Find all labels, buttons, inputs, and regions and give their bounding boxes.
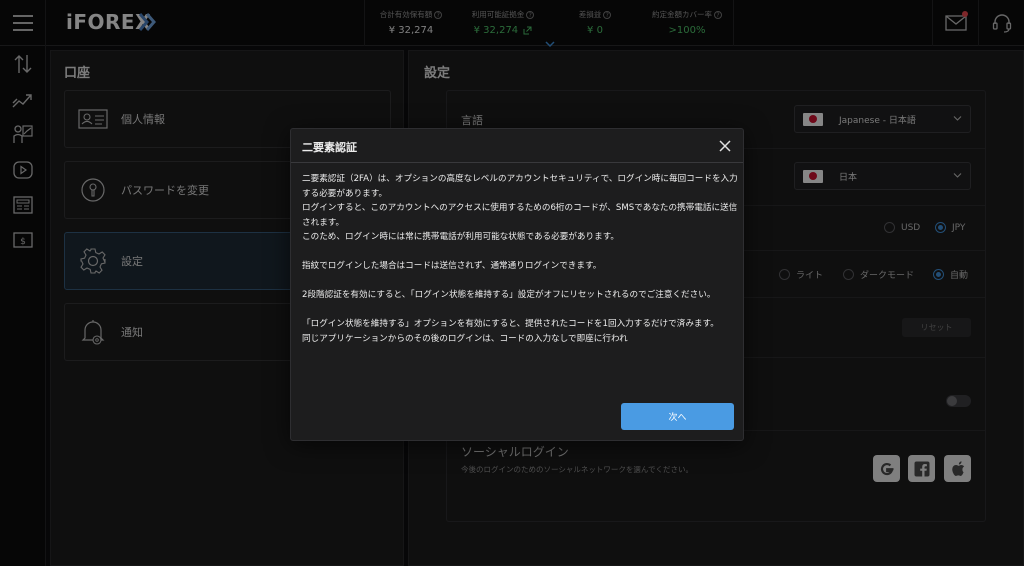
close-icon[interactable] <box>717 138 733 154</box>
modal-paragraph: 二要素認証（2FA）は、オプションの高度なレベルのアカウントセキュリティで、ログ… <box>302 174 738 199</box>
modal-paragraph: 2段階認証を有効にすると、「ログイン状態を維持する」設定がオフにリセットされるの… <box>302 290 716 300</box>
modal-paragraph: 同じアプリケーションからのその後のログインは、コードの入力なしで即座に行われ <box>302 333 628 344</box>
modal-paragraph: このため、ログイン時には常に携帯電話が利用可能な状態である必要があります。 <box>302 232 620 242</box>
modal-header: 二要素認証 <box>291 129 743 163</box>
modal-paragraph: 「ログイン状態を維持する」オプションを有効にすると、提供されたコードを1回入力す… <box>302 319 719 329</box>
modal-paragraph: ログインすると、このアカウントへのアクセスに使用するための6桁のコードが、SMS… <box>302 203 738 228</box>
next-button[interactable]: 次へ <box>621 403 734 430</box>
modal-title: 二要素認証 <box>302 141 357 154</box>
modal-body: 二要素認証（2FA）は、オプションの高度なレベルのアカウントセキュリティで、ログ… <box>302 172 738 346</box>
two-factor-modal: 二要素認証 二要素認証（2FA）は、オプションの高度なレベルのアカウントセキュリ… <box>290 128 744 441</box>
app-root: iFOREX 合計有効保有額? ¥ 32,274 利用可能証拠金? ¥ 32,2… <box>0 0 1024 566</box>
modal-paragraph: 指紋でログインした場合はコードは送信されず、通常通りログインできます。 <box>302 261 602 271</box>
